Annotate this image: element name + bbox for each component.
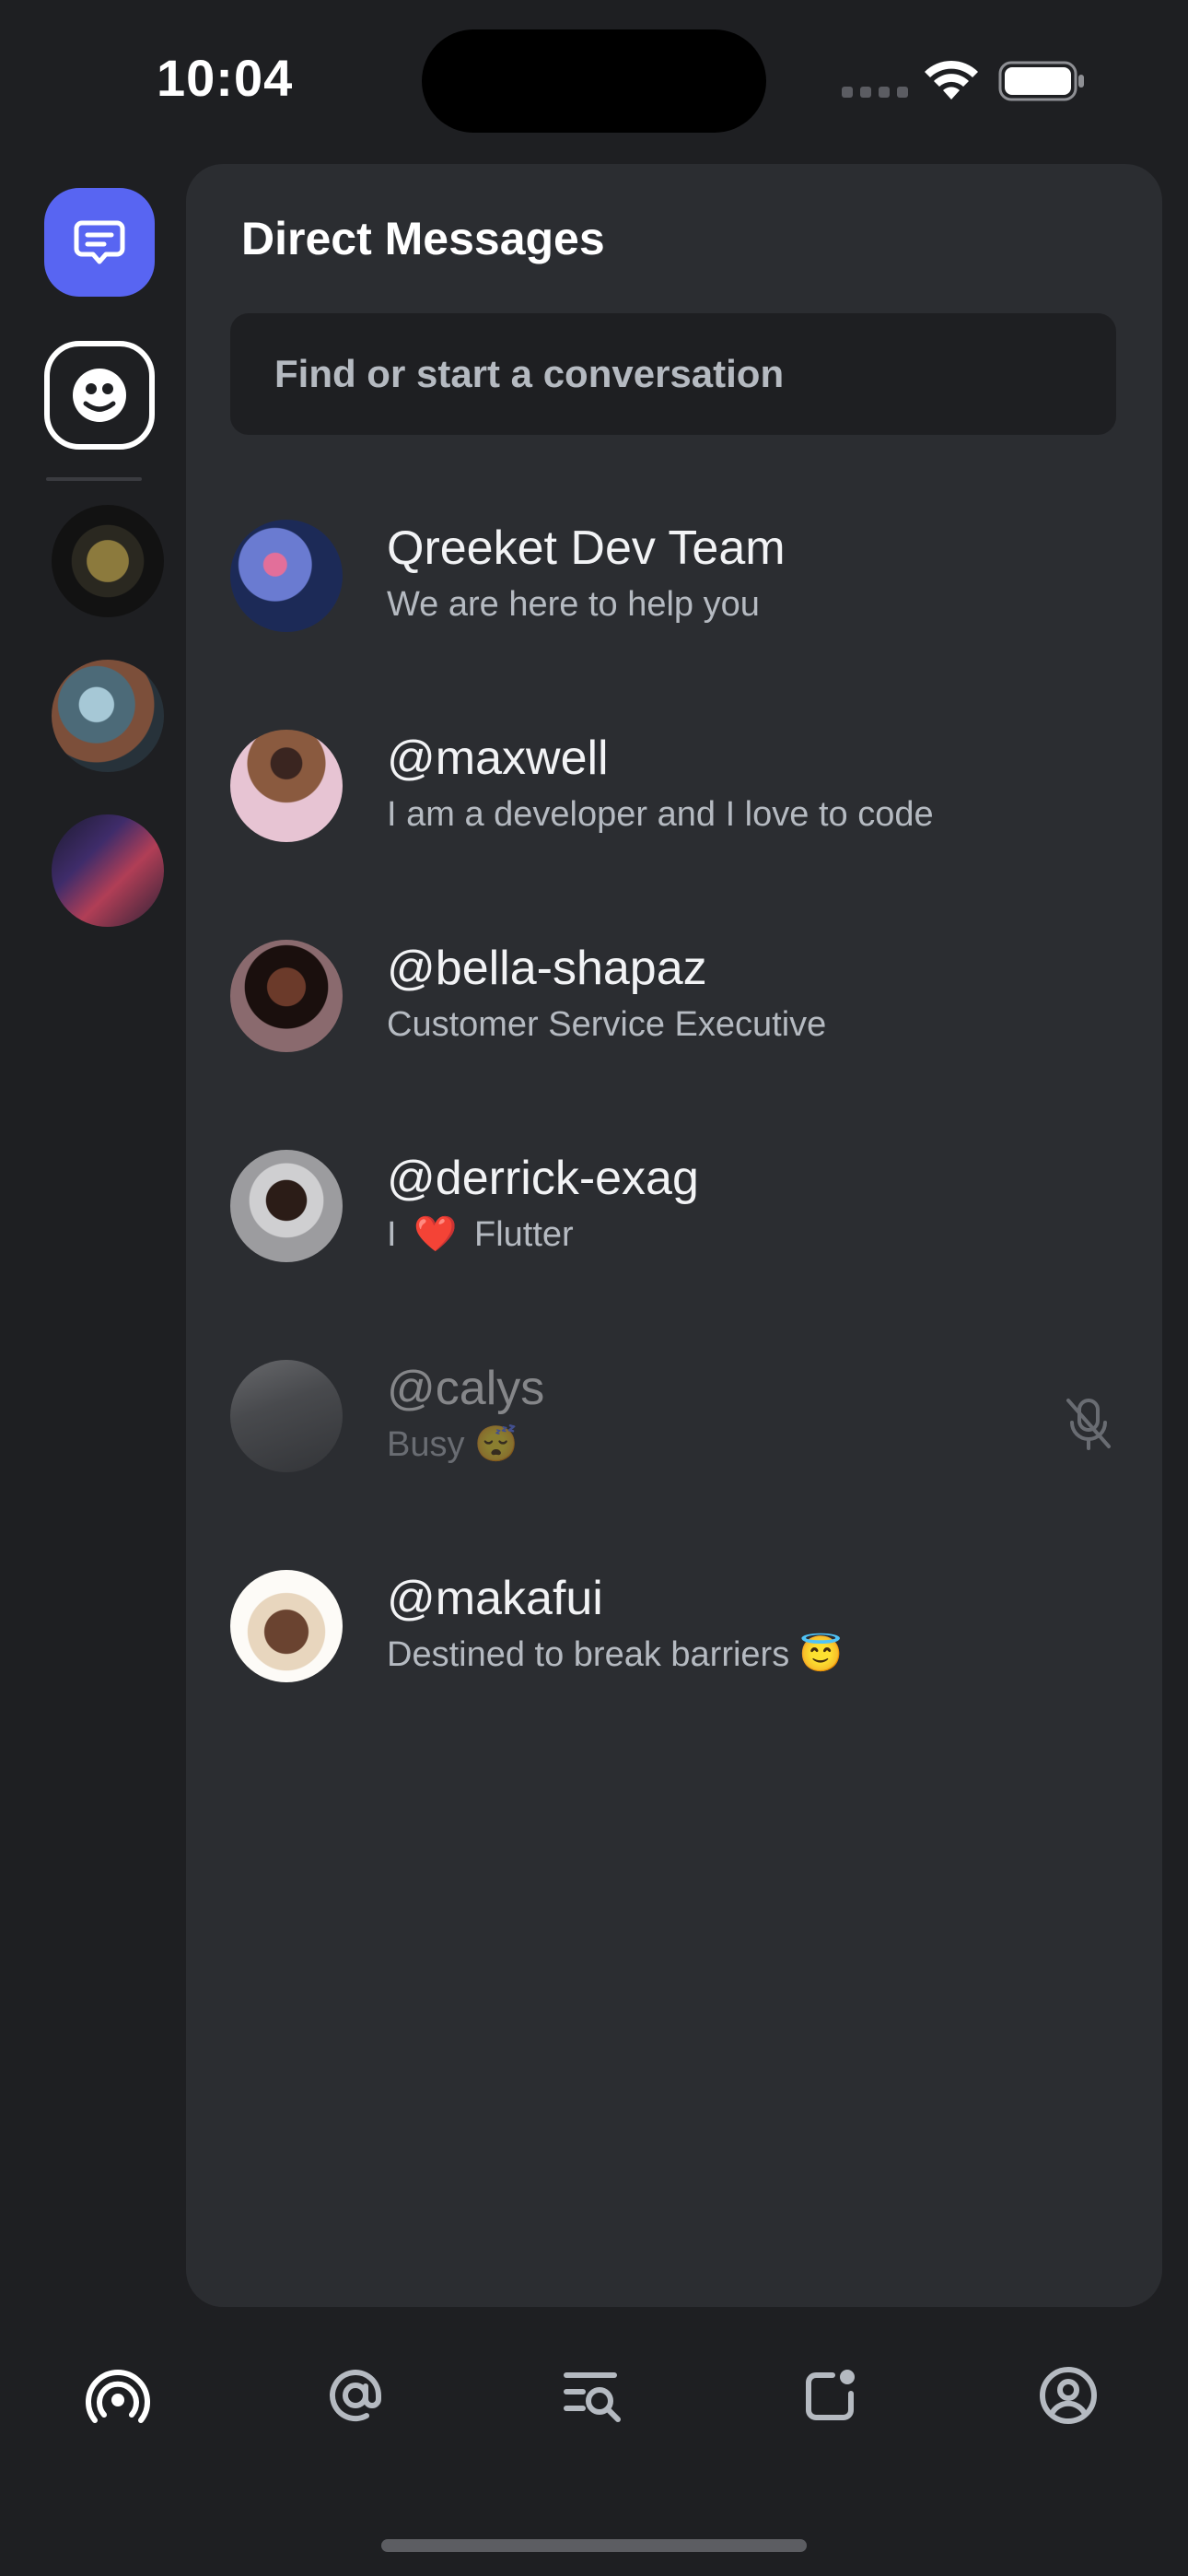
server-icon-coin[interactable]	[52, 505, 164, 617]
app-screen: 10:04 Direct Messages Find or start a co…	[0, 0, 1188, 2576]
chat-bubble-icon	[74, 220, 125, 264]
conversation-status: Destined to break barriers 😇	[387, 1635, 844, 1674]
bottom-nav	[0, 2359, 1188, 2460]
conversation-list: Qreeket Dev Team We are here to help you…	[230, 520, 1116, 1780]
panel-title: Direct Messages	[241, 213, 605, 264]
conversation-item-qreeket[interactable]: Qreeket Dev Team We are here to help you	[230, 520, 1116, 730]
conversation-name: @calys	[387, 1362, 545, 1415]
conversation-status: We are here to help you	[387, 585, 760, 624]
avatar	[230, 1150, 343, 1262]
conversation-name: @bella-shapaz	[387, 942, 707, 995]
avatar	[230, 940, 343, 1052]
direct-messages-panel: Direct Messages Qreeket Dev Team We are …	[186, 164, 1162, 2307]
conversation-status: I am a developer and I love to code	[387, 795, 934, 834]
smiley-icon	[73, 369, 126, 422]
conversation-status: I ❤️ Flutter	[387, 1215, 574, 1254]
server-icon-laptop[interactable]	[52, 814, 164, 927]
cellular-signal-icon	[842, 87, 908, 98]
rail-divider	[46, 477, 142, 481]
search-input[interactable]	[274, 352, 1116, 396]
broadcast-icon	[86, 2370, 150, 2423]
conversation-item-makafui[interactable]: @makafui Destined to break barriers 😇	[230, 1570, 1116, 1780]
conversation-status: Customer Service Executive	[387, 1005, 827, 1044]
conversation-item-maxwell[interactable]: @maxwell I am a developer and I love to …	[230, 730, 1116, 940]
home-indicator[interactable]	[381, 2539, 807, 2552]
direct-messages-button[interactable]	[44, 188, 155, 297]
battery-icon	[998, 61, 1084, 101]
conversation-name: @derrick-exag	[387, 1152, 699, 1205]
notification-icon	[806, 2370, 855, 2420]
avatar	[230, 730, 343, 842]
profile-icon	[1040, 2367, 1097, 2424]
nav-notifications[interactable]	[794, 2359, 868, 2432]
conversation-name: @maxwell	[387, 732, 609, 785]
conversation-item-calys[interactable]: @calys Busy 😴	[230, 1360, 1116, 1570]
avatar	[230, 1570, 343, 1682]
conversation-item-derrick-exag[interactable]: @derrick-exag I ❤️ Flutter	[230, 1150, 1116, 1360]
nav-profile[interactable]	[1031, 2359, 1105, 2432]
server-icon-cartoon[interactable]	[52, 660, 164, 772]
nav-search[interactable]	[556, 2359, 630, 2432]
status-time: 10:04	[157, 49, 294, 107]
explore-servers-button[interactable]	[44, 341, 155, 450]
avatar	[230, 1360, 343, 1472]
wifi-icon	[925, 60, 978, 100]
conversation-name: Qreeket Dev Team	[387, 521, 786, 575]
conversation-status: Busy 😴	[387, 1425, 518, 1464]
nav-home[interactable]	[81, 2359, 155, 2432]
conversation-item-bella-shapaz[interactable]: @bella-shapaz Customer Service Executive	[230, 940, 1116, 1150]
avatar	[230, 520, 343, 632]
dynamic-island	[422, 29, 766, 133]
heart-icon: ❤️	[413, 1215, 458, 1254]
nav-mentions[interactable]	[319, 2359, 392, 2432]
conversation-name: @makafui	[387, 1572, 603, 1625]
search-list-icon	[564, 2372, 621, 2422]
mention-icon	[330, 2370, 381, 2422]
mic-off-icon	[1066, 1399, 1111, 1450]
search-bar[interactable]	[230, 313, 1116, 435]
